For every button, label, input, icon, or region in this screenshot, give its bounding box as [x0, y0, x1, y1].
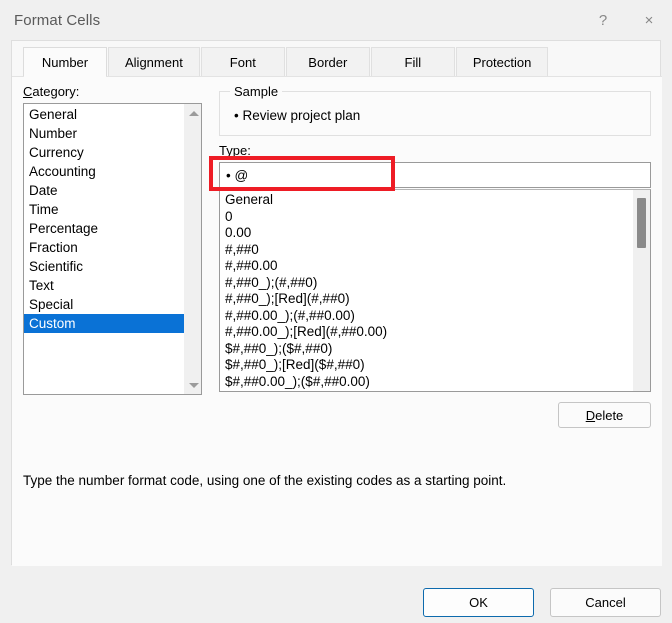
- type-listbox[interactable]: General 0 0.00 #,##0 #,##0.00 #,##0_);(#…: [219, 189, 651, 392]
- category-item-number[interactable]: Number: [24, 124, 184, 143]
- window-title: Format Cells: [14, 11, 101, 29]
- number-tab-content: Category: General Number Currency Accoun…: [12, 77, 662, 566]
- dialog-footer: OK Cancel: [0, 572, 672, 623]
- type-item-3[interactable]: #,##0: [220, 242, 633, 259]
- scroll-down-arrow-icon[interactable]: [185, 377, 201, 394]
- close-icon[interactable]: ×: [626, 0, 672, 40]
- category-label: Category:: [23, 84, 80, 99]
- sample-group: Sample • Review project plan: [219, 84, 651, 136]
- type-item-2[interactable]: 0.00: [220, 225, 633, 242]
- category-scrollbar[interactable]: [184, 104, 201, 394]
- tab-protection[interactable]: Protection: [455, 47, 549, 76]
- category-item-time[interactable]: Time: [24, 200, 184, 219]
- tab-border[interactable]: Border: [285, 47, 370, 76]
- type-label: Type:: [219, 143, 251, 158]
- ok-button[interactable]: OK: [423, 588, 534, 617]
- type-item-7[interactable]: #,##0.00_);(#,##0.00): [220, 308, 633, 325]
- type-item-6[interactable]: #,##0_);[Red](#,##0): [220, 291, 633, 308]
- category-item-text[interactable]: Text: [24, 276, 184, 295]
- category-items: General Number Currency Accounting Date …: [24, 104, 184, 394]
- type-item-11[interactable]: $#,##0.00_);($#,##0.00): [220, 374, 633, 391]
- type-items: General 0 0.00 #,##0 #,##0.00 #,##0_);(#…: [220, 190, 633, 391]
- tab-fill[interactable]: Fill: [370, 47, 455, 76]
- type-item-9[interactable]: $#,##0_);($#,##0): [220, 341, 633, 358]
- help-text: Type the number format code, using one o…: [23, 473, 507, 488]
- category-item-custom[interactable]: Custom: [24, 314, 184, 333]
- type-scrollbar[interactable]: [633, 190, 650, 391]
- category-item-fraction[interactable]: Fraction: [24, 238, 184, 257]
- format-cells-dialog: Format Cells ? × Number Alignment Font B…: [0, 0, 672, 623]
- category-listbox[interactable]: General Number Currency Accounting Date …: [23, 103, 202, 395]
- type-item-10[interactable]: $#,##0_);[Red]($#,##0): [220, 357, 633, 374]
- type-item-4[interactable]: #,##0.00: [220, 258, 633, 275]
- delete-button[interactable]: Delete: [558, 402, 651, 428]
- tab-font[interactable]: Font: [200, 47, 285, 76]
- title-bar: Format Cells ? ×: [0, 0, 672, 40]
- sample-legend: Sample: [230, 84, 283, 99]
- category-item-scientific[interactable]: Scientific: [24, 257, 184, 276]
- category-item-percentage[interactable]: Percentage: [24, 219, 184, 238]
- type-scrollbar-thumb[interactable]: [637, 198, 646, 248]
- category-item-general[interactable]: General: [24, 105, 184, 124]
- type-item-8[interactable]: #,##0.00_);[Red](#,##0.00): [220, 324, 633, 341]
- category-item-date[interactable]: Date: [24, 181, 184, 200]
- dialog-body: Number Alignment Font Border Fill Protec…: [11, 40, 662, 566]
- tab-strip: Number Alignment Font Border Fill Protec…: [12, 47, 662, 77]
- cancel-button[interactable]: Cancel: [550, 588, 661, 617]
- tab-alignment[interactable]: Alignment: [108, 47, 200, 76]
- tab-number[interactable]: Number: [23, 47, 107, 77]
- scroll-up-arrow-icon[interactable]: [185, 105, 201, 122]
- category-item-accounting[interactable]: Accounting: [24, 162, 184, 181]
- category-item-currency[interactable]: Currency: [24, 143, 184, 162]
- type-input[interactable]: [219, 162, 651, 188]
- type-item-1[interactable]: 0: [220, 209, 633, 226]
- category-item-special[interactable]: Special: [24, 295, 184, 314]
- type-item-0[interactable]: General: [220, 192, 633, 209]
- help-icon[interactable]: ?: [580, 0, 626, 40]
- type-item-5[interactable]: #,##0_);(#,##0): [220, 275, 633, 292]
- sample-value: • Review project plan: [234, 108, 361, 123]
- title-bar-buttons: ? ×: [580, 0, 672, 40]
